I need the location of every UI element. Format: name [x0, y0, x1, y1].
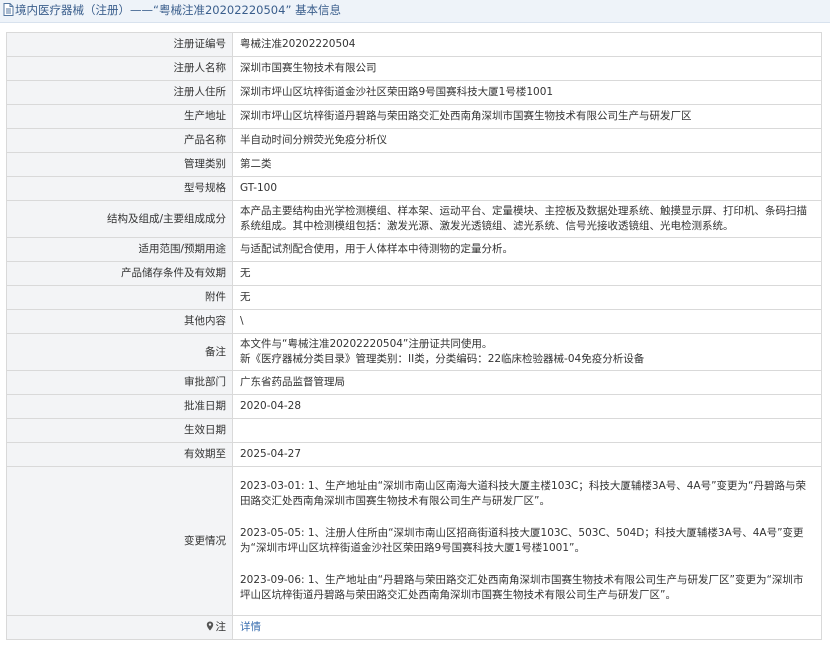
row-value-storage: 无 — [232, 261, 822, 286]
row-label: 注册证编号 — [6, 32, 233, 57]
table-row: 有效期至 2025-04-27 — [6, 442, 822, 467]
row-label: 产品储存条件及有效期 — [6, 261, 233, 286]
table-row: 型号规格 GT-100 — [6, 176, 822, 201]
table-row: 注 详情 — [6, 615, 822, 640]
table-row: 生产地址 深圳市坪山区坑梓街道丹碧路与荣田路交汇处西南角深圳市国赛生物技术有限公… — [6, 104, 822, 129]
row-value-registrant: 深圳市国赛生物技术有限公司 — [232, 56, 822, 81]
row-label: 注册人住所 — [6, 80, 233, 105]
table-row: 结构及组成/主要组成成分 本产品主要结构由光学检测模组、样本架、运动平台、定量模… — [6, 200, 822, 238]
location-pin-icon — [206, 621, 214, 636]
row-label: 其他内容 — [6, 309, 233, 334]
table-row: 备注 本文件与“粤械注准20202220504”注册证共同使用。 新《医疗器械分… — [6, 333, 822, 371]
info-table: 注册证编号 粤械注准20202220504 注册人名称 深圳市国赛生物技术有限公… — [6, 32, 822, 640]
row-label: 管理类别 — [6, 152, 233, 177]
table-row: 生效日期 — [6, 418, 822, 443]
table-row: 批准日期 2020-04-28 — [6, 394, 822, 419]
row-value-scope: 与适配试剂配合使用，用于人体样本中待测物的定量分析。 — [232, 237, 822, 262]
row-value-other: \ — [232, 309, 822, 334]
breadcrumb-section: 境内医疗器械（注册） — [15, 3, 130, 17]
row-value-remark: 本文件与“粤械注准20202220504”注册证共同使用。 新《医疗器械分类目录… — [232, 333, 822, 371]
row-value-reg-no: 粤械注准20202220504 — [232, 32, 822, 57]
row-value-structure: 本产品主要结构由光学检测模组、样本架、运动平台、定量模块、主控板及数据处理系统、… — [232, 200, 822, 238]
row-label: 生效日期 — [6, 418, 233, 443]
breadcrumb-suffix: 基本信息 — [295, 3, 342, 17]
table-row: 变更情况 2023-03-01: 1、生产地址由“深圳市南山区南海大道科技大厦主… — [6, 466, 822, 616]
table-row: 其他内容 \ — [6, 309, 822, 334]
table-row: 管理类别 第二类 — [6, 152, 822, 177]
row-value-changes: 2023-03-01: 1、生产地址由“深圳市南山区南海大道科技大厦主楼103C… — [232, 466, 822, 616]
breadcrumb-record: “粤械注准20202220504” — [153, 3, 292, 17]
row-value-production-address: 深圳市坪山区坑梓街道丹碧路与荣田路交汇处西南角深圳市国赛生物技术有限公司生产与研… — [232, 104, 822, 129]
row-value-product-name: 半自动时间分辨荧光免疫分析仪 — [232, 128, 822, 153]
row-label: 批准日期 — [6, 394, 233, 419]
table-row: 审批部门 广东省药品监督管理局 — [6, 370, 822, 395]
detail-link[interactable]: 详情 — [240, 621, 261, 633]
row-value-expiry: 2025-04-27 — [232, 442, 822, 467]
row-value-category: 第二类 — [232, 152, 822, 177]
row-value-approver: 广东省药品监督管理局 — [232, 370, 822, 395]
row-label: 备注 — [6, 333, 233, 371]
row-label-note: 注 — [6, 615, 233, 640]
table-row: 注册证编号 粤械注准20202220504 — [6, 32, 822, 57]
note-label: 注 — [215, 620, 227, 633]
table-row: 产品储存条件及有效期 无 — [6, 261, 822, 286]
row-label: 附件 — [6, 285, 233, 310]
row-label: 生产地址 — [6, 104, 233, 129]
row-label: 适用范围/预期用途 — [6, 237, 233, 262]
row-value-registrant-address: 深圳市坪山区坑梓街道金沙社区荣田路9号国赛科技大厦1号楼1001 — [232, 80, 822, 105]
change-entry: 2023-09-06: 1、生产地址由“丹碧路与荣田路交汇处西南角深圳市国赛生物… — [240, 574, 804, 601]
row-label: 型号规格 — [6, 176, 233, 201]
row-value-attachment: 无 — [232, 285, 822, 310]
row-label: 有效期至 — [6, 442, 233, 467]
row-label: 审批部门 — [6, 370, 233, 395]
row-label: 结构及组成/主要组成成分 — [6, 200, 233, 238]
row-value-note: 详情 — [232, 615, 822, 640]
change-entry: 2023-03-01: 1、生产地址由“深圳市南山区南海大道科技大厦主楼103C… — [240, 480, 806, 507]
row-label: 产品名称 — [6, 128, 233, 153]
document-icon — [3, 2, 14, 22]
remark-line: 新《医疗器械分类目录》管理类别：II类，分类编码：22临床检验器械-04免疫分析… — [240, 353, 645, 365]
change-entry: 2023-05-05: 1、注册人住所由“深圳市南山区招商街道科技大厦103C、… — [240, 527, 804, 554]
page-title-bar: 境内医疗器械（注册）——“粤械注准20202220504” 基本信息 — [0, 0, 830, 23]
table-row: 注册人住所 深圳市坪山区坑梓街道金沙社区荣田路9号国赛科技大厦1号楼1001 — [6, 80, 822, 105]
remark-line: 本文件与“粤械注准20202220504”注册证共同使用。 — [240, 338, 493, 350]
row-value-model: GT-100 — [232, 176, 822, 201]
table-row: 产品名称 半自动时间分辨荧光免疫分析仪 — [6, 128, 822, 153]
row-value-approve-date: 2020-04-28 — [232, 394, 822, 419]
table-row: 附件 无 — [6, 285, 822, 310]
row-label: 注册人名称 — [6, 56, 233, 81]
breadcrumb-separator: —— — [130, 3, 153, 17]
table-row: 适用范围/预期用途 与适配试剂配合使用，用于人体样本中待测物的定量分析。 — [6, 237, 822, 262]
row-label: 变更情况 — [6, 466, 233, 616]
row-value-effective-date — [232, 418, 822, 443]
table-row: 注册人名称 深圳市国赛生物技术有限公司 — [6, 56, 822, 81]
